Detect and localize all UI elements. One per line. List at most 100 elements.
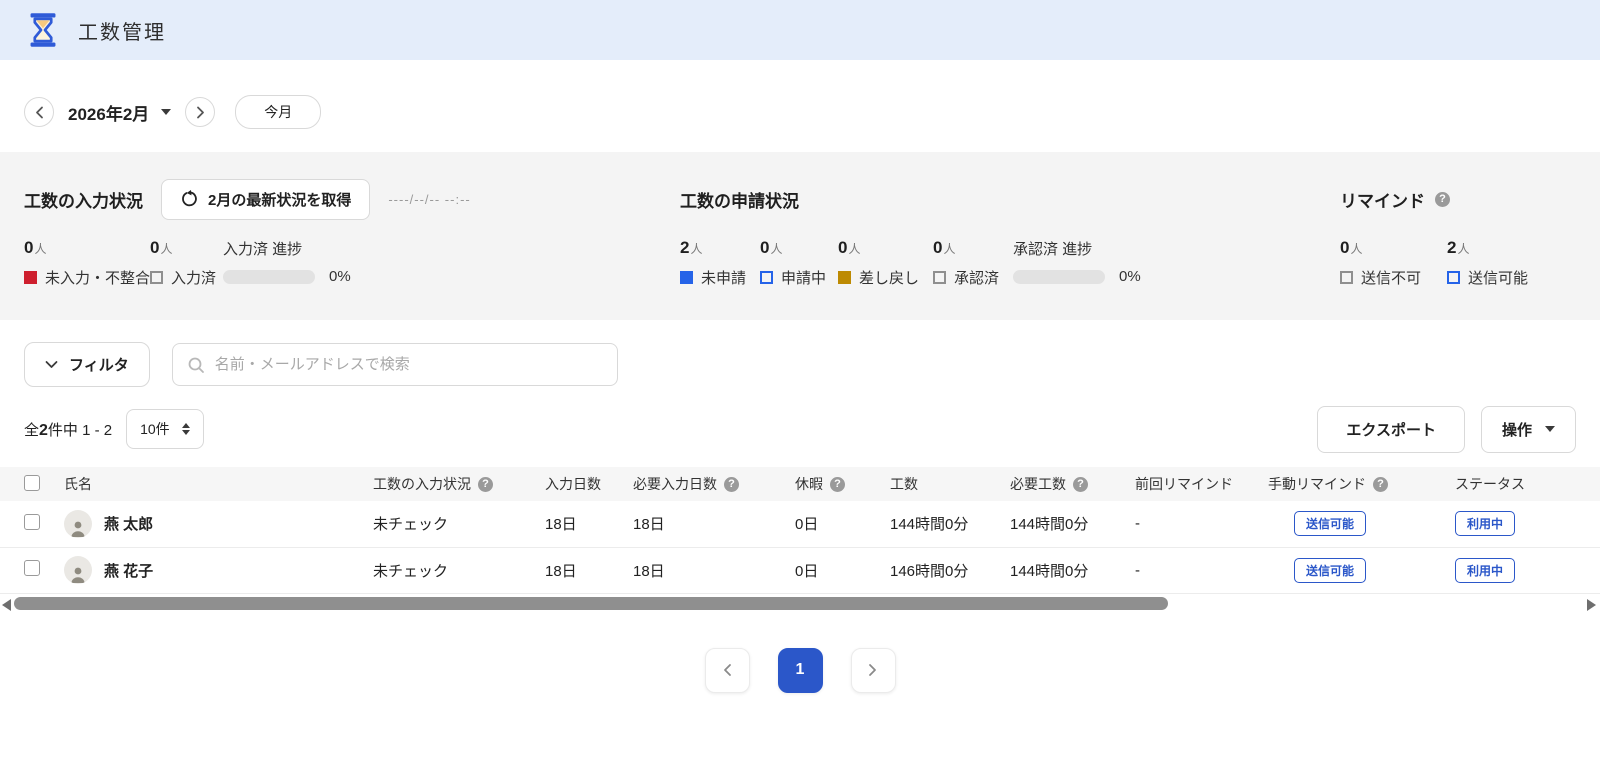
col-status: ステータス xyxy=(1455,476,1525,492)
page-1-button[interactable]: 1 xyxy=(777,647,823,693)
input-progress-bar xyxy=(223,269,315,284)
col-hours: 工数 xyxy=(890,476,918,492)
col-input-status: 工数の入力状況 xyxy=(373,476,471,492)
scrollbar-thumb[interactable] xyxy=(14,596,1168,610)
legend-gray-outline-square xyxy=(150,271,163,284)
search-icon xyxy=(187,356,205,374)
section-input-status: 工数の入力状況 2月の最新状況を取得 ----/--/-- --:-- 0人 未… xyxy=(24,152,680,320)
approved-progress: 承認済 進捗 0% xyxy=(1013,241,1141,285)
scroll-left-arrow-icon[interactable] xyxy=(2,598,11,611)
prev-month-button[interactable] xyxy=(24,97,54,127)
last-remind-value: - xyxy=(1135,515,1140,533)
legend-gray-outline-square xyxy=(933,271,946,284)
stat-entered: 0人 入力済 xyxy=(150,238,217,287)
required-hours-value: 144時間0分 xyxy=(1010,516,1089,534)
table-header-row: 氏名 工数の入力状況? 入力日数 必要入力日数? 休暇? 工数 必要工数? 前回… xyxy=(0,467,1600,501)
help-icon[interactable]: ? xyxy=(1373,476,1388,492)
last-remind-value: - xyxy=(1135,561,1140,579)
chevron-down-icon xyxy=(161,109,172,115)
month-label: 2026年2月 xyxy=(68,104,150,124)
row-checkbox[interactable] xyxy=(24,513,40,530)
row-checkbox[interactable] xyxy=(24,560,40,576)
next-month-button[interactable] xyxy=(185,97,216,127)
col-required-days: 必要入力日数 xyxy=(633,476,717,492)
input-status-value: 未チェック xyxy=(373,562,449,580)
refresh-icon xyxy=(180,190,198,208)
col-last-remind: 前回リマインド xyxy=(1135,476,1233,492)
caret-down-icon xyxy=(1545,426,1555,432)
stat-not-entered: 0人 未入力・不整合 xyxy=(24,238,151,287)
stat-approved: 0人 承認済 xyxy=(933,238,1000,287)
action-menu-button[interactable]: 操作 xyxy=(1480,405,1576,453)
request-status-title: 工数の申請状況 xyxy=(680,191,799,211)
help-icon[interactable]: ? xyxy=(478,476,493,492)
spinner-icon xyxy=(181,423,190,435)
pagination: 1 xyxy=(0,647,1600,693)
chevron-down-icon xyxy=(45,360,58,369)
status-panel: 工数の入力状況 2月の最新状況を取得 ----/--/-- --:-- 0人 未… xyxy=(0,152,1600,320)
help-icon[interactable]: ? xyxy=(1435,191,1450,207)
stat-can-send: 2人 送信可能 xyxy=(1447,238,1529,287)
col-required-hours: 必要工数 xyxy=(1010,476,1066,492)
help-icon[interactable]: ? xyxy=(830,476,845,492)
legend-gray-outline-square xyxy=(1340,271,1353,284)
today-button[interactable]: 今月 xyxy=(235,95,322,129)
scroll-right-arrow-icon[interactable] xyxy=(1587,598,1596,611)
chevron-right-icon xyxy=(868,663,878,677)
legend-blue-square xyxy=(680,271,693,284)
approved-progress-bar xyxy=(1013,269,1105,284)
select-all-checkbox[interactable] xyxy=(24,474,40,491)
date-navigation: 2026年2月 今月 xyxy=(24,95,1576,129)
stat-sent-back: 0人 差し戻し xyxy=(838,238,920,287)
filter-button[interactable]: フィルタ xyxy=(24,342,150,387)
export-button[interactable]: エクスポート xyxy=(1317,405,1465,453)
stat-not-requested: 2人 未申請 xyxy=(680,238,747,287)
legend-blue-outline-square xyxy=(760,271,773,284)
page-size-select[interactable]: 10件 xyxy=(126,409,204,449)
chevron-left-icon xyxy=(35,106,44,119)
search-input[interactable] xyxy=(214,356,603,373)
section-remind: リマインド ? 0人 送信不可 2人 送信可能 xyxy=(1340,152,1576,320)
result-count: 全2件中 1 - 2 xyxy=(24,421,113,439)
remind-title: リマインド xyxy=(1340,191,1425,211)
search-box xyxy=(171,343,618,386)
help-icon[interactable]: ? xyxy=(1073,476,1088,492)
status-badge[interactable]: 利用中 xyxy=(1455,511,1516,537)
member-table: 氏名 工数の入力状況? 入力日数 必要入力日数? 休暇? 工数 必要工数? 前回… xyxy=(0,467,1600,594)
table-row[interactable]: 燕 太郎 未チェック 18日 18日 0日 144時間0分 144時間0分 - … xyxy=(0,501,1600,547)
list-controls: 全2件中 1 - 2 10件 エクスポート 操作 xyxy=(24,405,1576,453)
col-manual-remind: 手動リマインド xyxy=(1268,476,1366,492)
avatar xyxy=(64,509,92,538)
member-name: 燕 太郎 xyxy=(104,516,154,534)
legend-blue-outline-square xyxy=(1447,271,1460,284)
col-name: 氏名 xyxy=(64,476,92,492)
next-page-button[interactable] xyxy=(850,647,896,693)
filter-row: フィルタ xyxy=(24,342,1576,387)
manual-remind-badge[interactable]: 送信可能 xyxy=(1294,511,1367,537)
last-fetched-timestamp: ----/--/-- --:-- xyxy=(388,191,471,207)
holiday-value: 0日 xyxy=(795,516,819,534)
required-days-value: 18日 xyxy=(633,562,665,580)
input-status-value: 未チェック xyxy=(373,516,449,534)
holiday-value: 0日 xyxy=(795,562,819,580)
legend-red-square xyxy=(24,271,37,284)
table-row[interactable]: 燕 花子 未チェック 18日 18日 0日 146時間0分 144時間0分 - … xyxy=(0,547,1600,593)
prev-page-button[interactable] xyxy=(704,647,750,693)
required-days-value: 18日 xyxy=(633,516,665,534)
refresh-button[interactable]: 2月の最新状況を取得 xyxy=(161,178,371,220)
manual-remind-badge[interactable]: 送信可能 xyxy=(1294,557,1367,583)
legend-gold-square xyxy=(838,271,851,284)
chevron-left-icon xyxy=(722,663,732,677)
col-holiday: 休暇 xyxy=(795,476,823,492)
stat-requesting: 0人 申請中 xyxy=(760,238,827,287)
month-selector[interactable]: 2026年2月 xyxy=(68,100,172,125)
hours-value: 144時間0分 xyxy=(890,516,969,534)
page-title: 工数管理 xyxy=(78,21,166,44)
help-icon[interactable]: ? xyxy=(724,476,739,492)
input-days-value: 18日 xyxy=(545,562,577,580)
status-badge[interactable]: 利用中 xyxy=(1455,557,1516,583)
app-header: 工数管理 xyxy=(0,0,1600,60)
required-hours-value: 144時間0分 xyxy=(1010,562,1089,580)
hourglass-icon xyxy=(26,11,60,49)
hours-value: 146時間0分 xyxy=(890,562,969,580)
